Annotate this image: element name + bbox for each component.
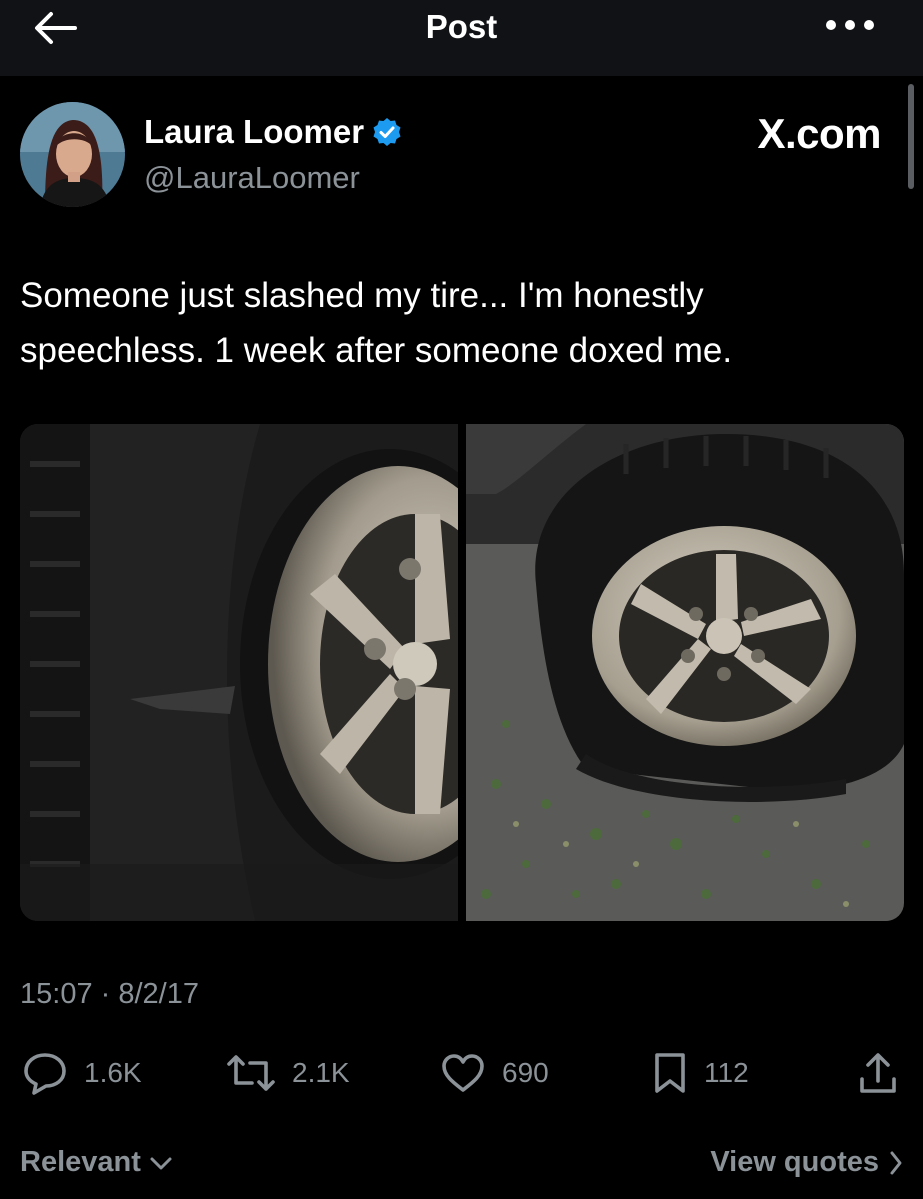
like-count: 690 bbox=[502, 1057, 549, 1088]
bookmark-button[interactable]: 112 bbox=[652, 1048, 749, 1098]
repost-icon bbox=[227, 1055, 275, 1091]
scrollbar[interactable] bbox=[908, 84, 914, 189]
avatar[interactable] bbox=[20, 102, 125, 207]
chevron-down-icon bbox=[150, 1157, 172, 1169]
more-options-button[interactable] bbox=[824, 10, 876, 40]
share-icon bbox=[860, 1053, 896, 1093]
top-bar: Post bbox=[0, 0, 923, 76]
post-timestamp[interactable]: 15:07 · 8/2/17 bbox=[20, 978, 199, 1011]
reply-icon bbox=[24, 1053, 66, 1095]
view-quotes-label: View quotes bbox=[710, 1146, 879, 1178]
replies-header: Relevant View quotes bbox=[20, 1146, 903, 1186]
author-name-text: Laura Loomer bbox=[144, 113, 365, 150]
reply-count: 1.6K bbox=[84, 1057, 142, 1088]
bookmark-icon bbox=[655, 1053, 685, 1093]
reply-sort-dropdown[interactable]: Relevant bbox=[20, 1146, 173, 1179]
repost-count: 2.1K bbox=[292, 1057, 350, 1088]
view-quotes-link[interactable]: View quotes bbox=[710, 1146, 903, 1179]
page-title: Post bbox=[425, 8, 498, 45]
like-button[interactable]: 690 bbox=[440, 1048, 549, 1098]
reply-button[interactable]: 1.6K bbox=[22, 1048, 142, 1098]
post-text: Someone just slashed my tire... I'm hone… bbox=[20, 276, 733, 370]
more-horizontal-icon bbox=[826, 20, 874, 30]
sort-label: Relevant bbox=[20, 1146, 141, 1178]
share-button[interactable] bbox=[858, 1048, 898, 1098]
verified-badge-icon bbox=[373, 118, 401, 146]
chevron-right-icon bbox=[890, 1151, 902, 1174]
repost-button[interactable]: 2.1K bbox=[226, 1048, 350, 1098]
bookmark-count: 112 bbox=[704, 1057, 749, 1088]
media-grid bbox=[20, 424, 904, 921]
author-handle[interactable]: @LauraLoomer bbox=[144, 160, 360, 196]
author-display-name[interactable]: Laura Loomer bbox=[144, 113, 402, 151]
action-bar: 1.6K 2.1K 690 112 bbox=[0, 1048, 923, 1098]
media-photo-1[interactable] bbox=[20, 424, 458, 921]
media-photo-2[interactable] bbox=[466, 424, 904, 921]
x-watermark: X.com bbox=[757, 110, 881, 157]
heart-icon bbox=[442, 1054, 484, 1092]
